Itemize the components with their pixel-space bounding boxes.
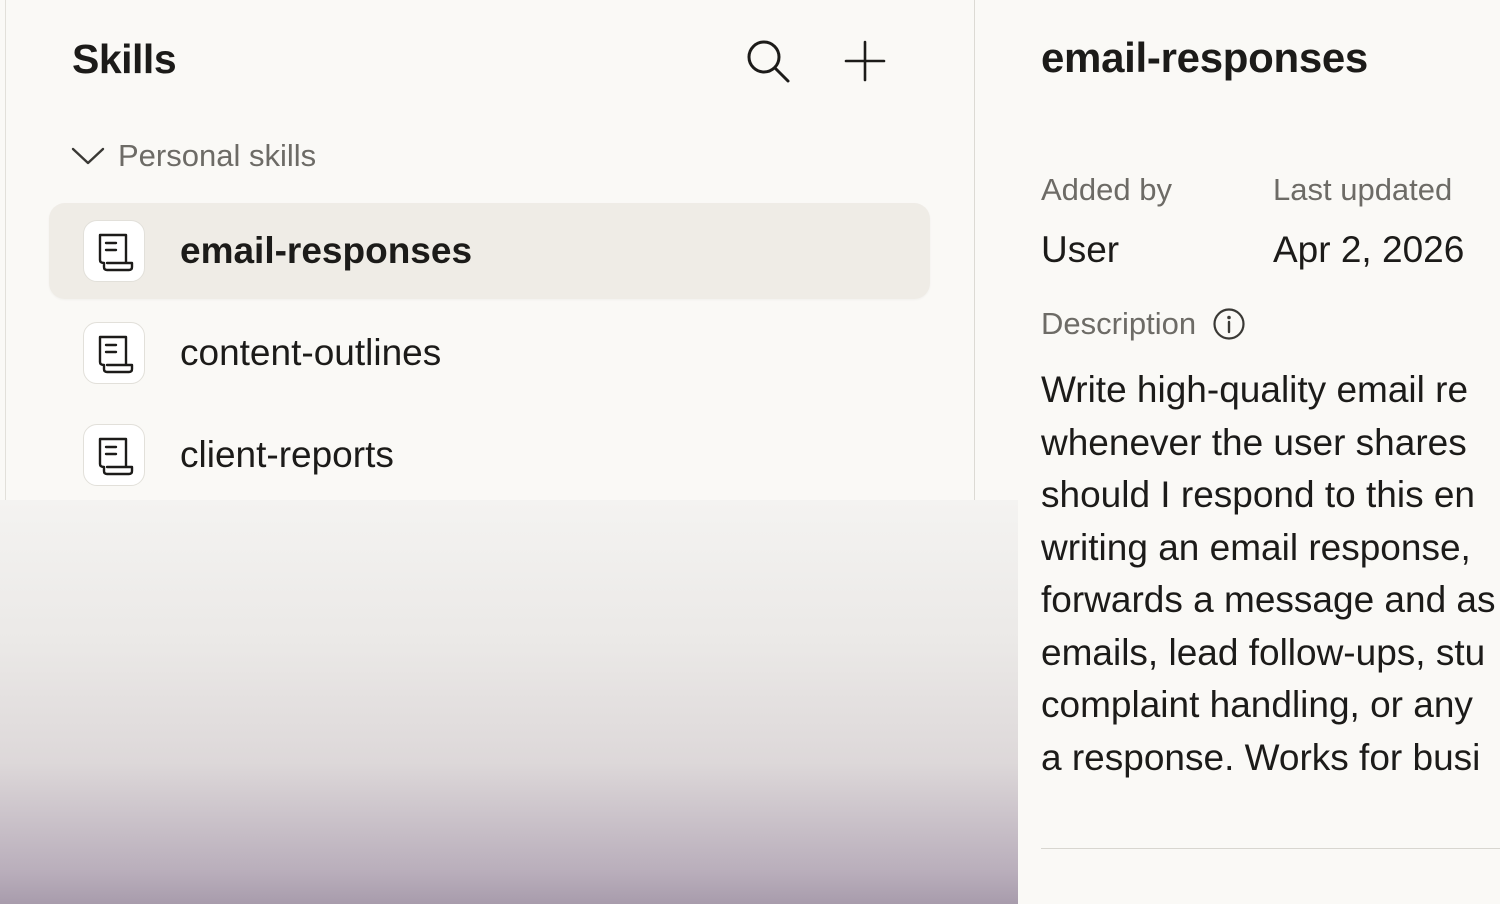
skill-icon-container bbox=[83, 220, 145, 282]
last-updated-value: Apr 2, 2026 bbox=[1273, 229, 1465, 270]
description-line: writing an email response, bbox=[1041, 526, 1471, 568]
info-icon[interactable] bbox=[1212, 307, 1246, 341]
skill-label: email-responses bbox=[180, 230, 473, 271]
description-label: Description bbox=[1041, 306, 1197, 341]
search-icon bbox=[747, 40, 790, 83]
skill-item-content-outlines[interactable]: content-outlines bbox=[49, 305, 930, 401]
panel-left-border bbox=[5, 0, 6, 500]
skill-icon-container bbox=[83, 322, 145, 384]
description-line: forwards a message and as bbox=[1041, 579, 1496, 620]
scroll-icon bbox=[98, 335, 134, 374]
last-updated-label: Last updated bbox=[1273, 172, 1453, 207]
pane-divider bbox=[974, 0, 975, 500]
added-by-label: Added by bbox=[1041, 172, 1172, 207]
scroll-icon bbox=[98, 437, 134, 476]
description-line: should I respond to this en bbox=[1041, 474, 1476, 515]
description-line: complaint handling, or any bbox=[1041, 684, 1473, 725]
personal-skills-toggle[interactable]: Personal skills bbox=[70, 138, 316, 174]
scroll-icon bbox=[98, 233, 134, 272]
detail-title: email-responses bbox=[1041, 34, 1368, 81]
background-fade bbox=[0, 500, 1018, 904]
plus-icon bbox=[844, 40, 886, 82]
description-label-row: Description bbox=[1041, 306, 1246, 342]
chevron-down-icon bbox=[71, 147, 105, 165]
section-divider bbox=[1041, 848, 1500, 849]
skill-item-client-reports[interactable]: client-reports bbox=[49, 407, 930, 503]
description-line: Write high-quality email re bbox=[1041, 369, 1469, 410]
skill-icon-container bbox=[83, 424, 145, 486]
skill-label: client-reports bbox=[180, 434, 394, 475]
skill-item-email-responses[interactable]: email-responses bbox=[49, 203, 930, 299]
search-button[interactable] bbox=[741, 34, 795, 88]
panel-title: Skills bbox=[72, 36, 177, 82]
add-skill-button[interactable] bbox=[838, 34, 892, 88]
skill-label: content-outlines bbox=[180, 332, 442, 373]
description-line: a response. Works for busi bbox=[1041, 736, 1481, 778]
skills-panel: Skills Personal skills email-responses c… bbox=[0, 0, 975, 500]
added-by-value: User bbox=[1041, 229, 1120, 270]
description-line: whenever the user shares bbox=[1041, 421, 1467, 463]
description-text: Write high-quality email re whenever the… bbox=[1041, 364, 1500, 784]
section-label: Personal skills bbox=[118, 138, 317, 173]
description-line: emails, lead follow-ups, stu bbox=[1041, 631, 1486, 673]
